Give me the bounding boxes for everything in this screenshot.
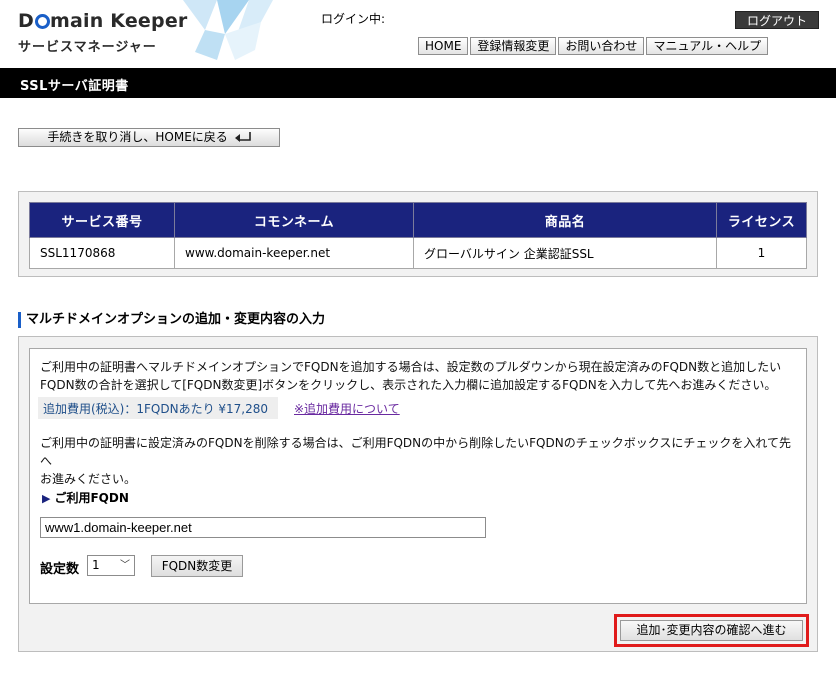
cancel-button-label: 手続きを取り消し、HOMEに戻る — [47, 130, 228, 144]
fqdn-change-button[interactable]: FQDN数変更 — [151, 555, 243, 577]
count-select-value: 1 — [92, 558, 100, 572]
service-table: サービス番号 コモンネーム 商品名 ライセンス SSL1170868 www.d… — [29, 202, 807, 269]
section-heading: マルチドメインオプションの追加・変更内容の入力 — [18, 312, 325, 328]
delete-instructions-line2: お進みください。 — [40, 472, 137, 486]
add-instructions: ご利用中の証明書へマルチドメインオプションでFQDNを追加する場合は、設定数のプ… — [40, 358, 800, 394]
add-instructions-line1: ご利用中の証明書へマルチドメインオプションでFQDNを追加する場合は、設定数のプ… — [40, 360, 782, 374]
cell-license: 1 — [716, 237, 807, 269]
logo-title-d: D — [18, 10, 34, 32]
table-header-row: サービス番号 コモンネーム 商品名 ライセンス — [29, 202, 807, 238]
logo-title: Dmain Keeper — [18, 10, 187, 32]
fqdn-heading: ▶ ご利用FQDN — [42, 489, 129, 506]
fee-info-link[interactable]: ※追加費用について — [294, 400, 400, 417]
cell-common-name: www.domain-keeper.net — [174, 237, 414, 269]
logo-o-icon — [34, 14, 50, 29]
delete-instructions: ご利用中の証明書に設定済みのFQDNを削除する場合は、ご利用FQDNの中から削除… — [40, 434, 800, 488]
delete-instructions-line1: ご利用中の証明書に設定済みのFQDNを削除する場合は、ご利用FQDNの中から削除… — [40, 436, 791, 468]
logo-subtitle: サービスマネージャー — [18, 40, 157, 55]
nav-contact[interactable]: お問い合わせ — [558, 37, 645, 55]
col-license: ライセンス — [716, 202, 807, 238]
col-product-name: 商品名 — [413, 202, 717, 238]
col-service-number: サービス番号 — [29, 202, 175, 238]
fee-text: 追加費用(税込)：1FQDNあたり ¥17,280 — [43, 402, 269, 416]
count-label: 設定数 — [40, 562, 80, 577]
global-nav: HOME 登録情報変更 お問い合わせ マニュアル・ヘルプ — [418, 37, 770, 55]
cell-service-number: SSL1170868 — [29, 237, 175, 269]
add-instructions-line2: FQDN数の合計を選択して[FQDN数変更]ボタンをクリックし、表示された入力欄… — [40, 378, 777, 392]
logout-button[interactable]: ログアウト — [735, 11, 819, 29]
cell-product-name: グローバルサイン 企業認証SSL — [413, 237, 717, 269]
table-row: SSL1170868 www.domain-keeper.net グローバルサイ… — [29, 237, 807, 269]
nav-manual-help[interactable]: マニュアル・ヘルプ — [646, 37, 769, 55]
confirm-button[interactable]: 追加･変更内容の確認へ進む — [620, 620, 803, 641]
nav-account-change[interactable]: 登録情報変更 — [470, 37, 557, 55]
triangle-right-icon: ▶ — [42, 492, 51, 505]
login-status: ログイン中: — [321, 12, 386, 26]
nav-home[interactable]: HOME — [418, 37, 469, 55]
logo-petals-icon — [183, 0, 273, 60]
col-common-name: コモンネーム — [174, 202, 414, 238]
page-title-bar: SSLサーバ証明書 — [0, 68, 836, 98]
chevron-down-icon: ﹀ — [120, 560, 130, 571]
fqdn-input[interactable]: www1.domain-keeper.net — [40, 517, 486, 538]
cancel-to-home-button[interactable]: 手続きを取り消し、HOMEに戻る — [18, 128, 280, 147]
return-arrow-icon — [234, 132, 251, 142]
count-select[interactable]: 1 ﹀ — [87, 555, 135, 576]
page-title: SSLサーバ証明書 — [20, 79, 129, 94]
fqdn-heading-label: ご利用FQDN — [54, 491, 129, 505]
